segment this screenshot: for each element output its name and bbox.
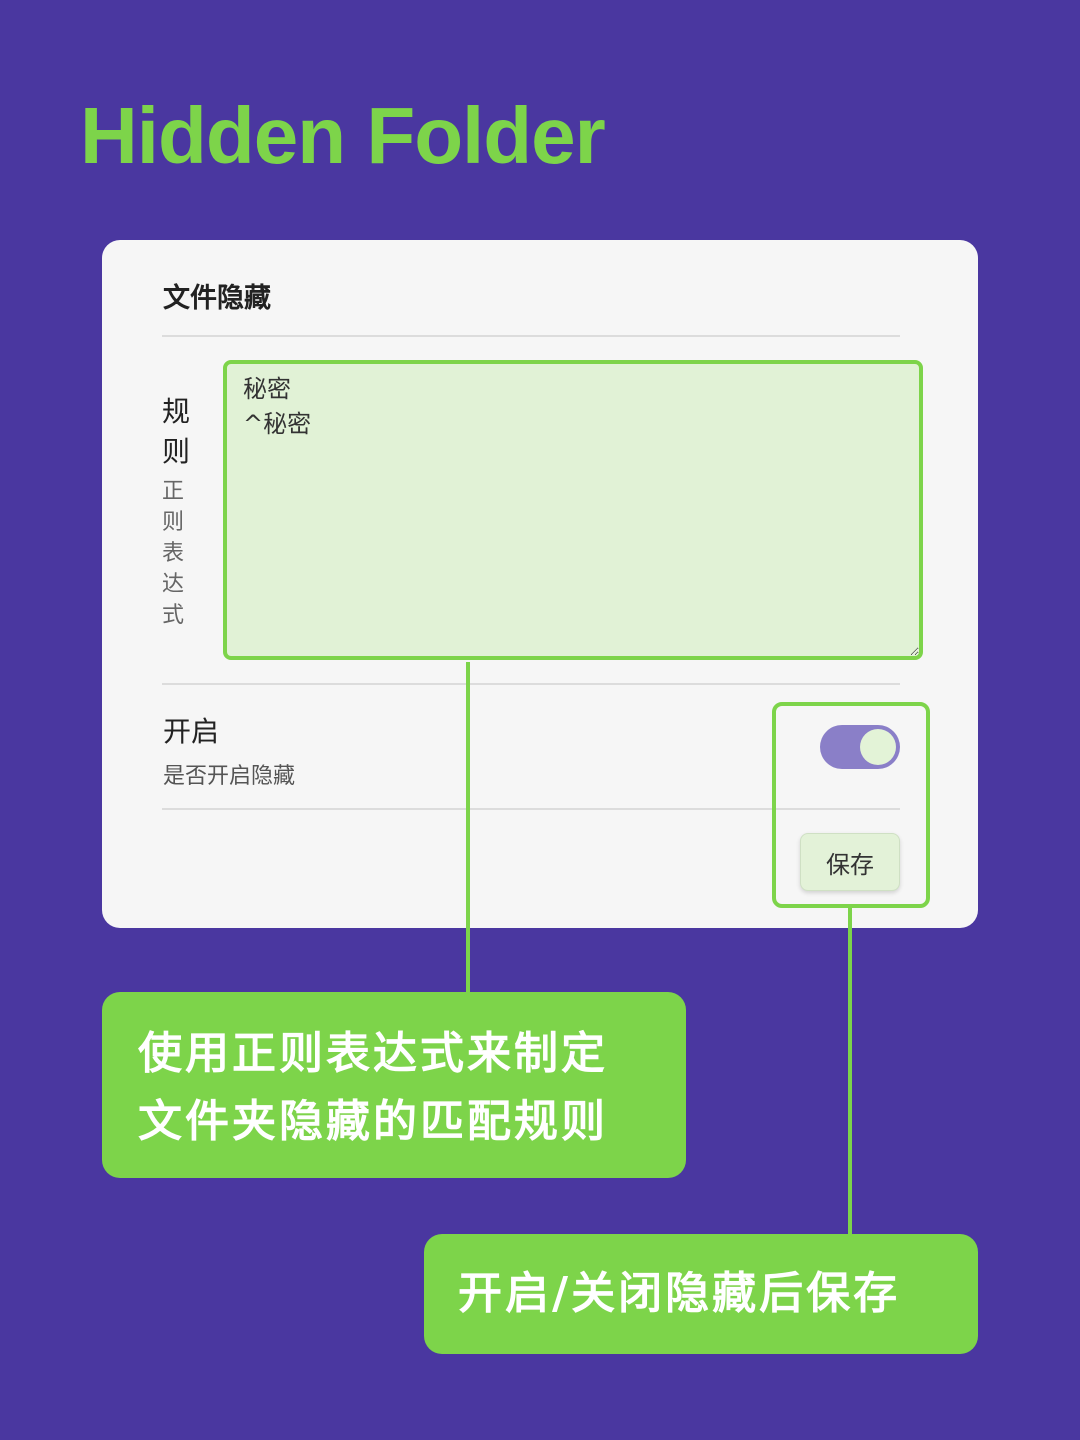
page-title: Hidden Folder	[80, 91, 606, 180]
section-title: 文件隐藏	[163, 283, 271, 314]
highlight-box-toggle-save	[772, 702, 930, 908]
connector-line-save	[848, 908, 852, 1234]
connector-line-regex	[466, 662, 470, 992]
callout-regex-line-2: 文件夹隐藏的匹配规则	[138, 1096, 608, 1147]
divider	[162, 683, 900, 685]
callout-save: 开启/关闭隐藏后保存	[424, 1234, 978, 1354]
divider	[162, 335, 900, 337]
rule-label: 规则	[162, 395, 191, 468]
rule-textarea[interactable]	[223, 360, 923, 660]
callout-save-text: 开启/关闭隐藏后保存	[458, 1268, 901, 1319]
enable-label: 开启	[163, 715, 220, 748]
enable-description: 是否开启隐藏	[163, 764, 296, 789]
callout-regex-line-1: 使用正则表达式来制定	[138, 1028, 608, 1079]
rule-description: 正则表达式	[162, 479, 185, 628]
callout-regex: 使用正则表达式来制定 文件夹隐藏的匹配规则	[102, 992, 686, 1178]
settings-panel: 文件隐藏 规则 正则表达式 开启 是否开启隐藏 保存	[102, 240, 978, 928]
